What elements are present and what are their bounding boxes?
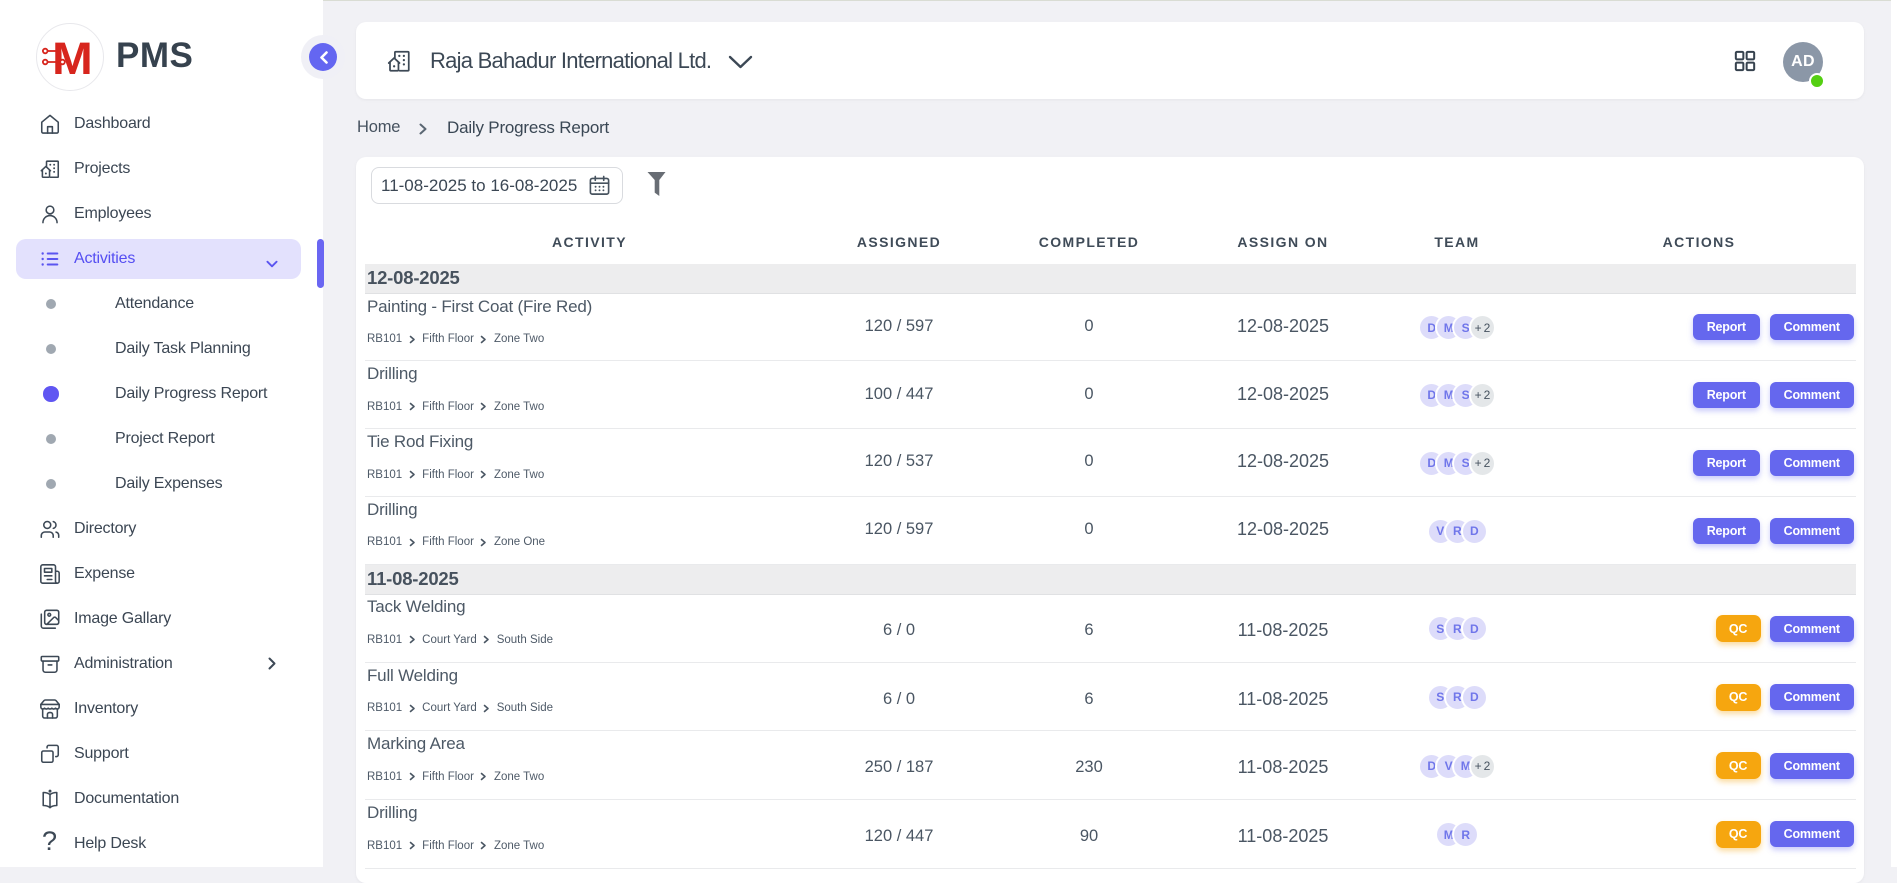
svg-text:M: M [52,35,93,79]
